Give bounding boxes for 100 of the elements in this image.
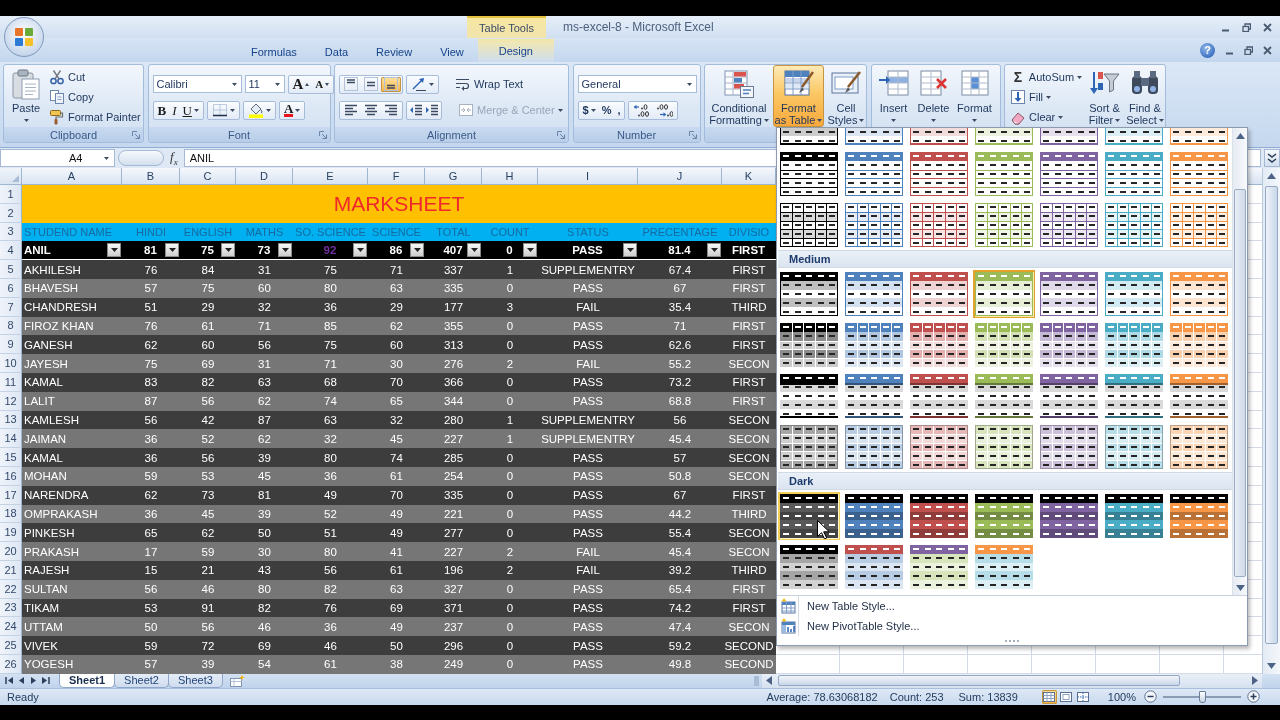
table-style-icon[interactable] xyxy=(910,152,968,196)
column-header[interactable]: E xyxy=(293,168,368,185)
column-header[interactable]: C xyxy=(180,168,236,185)
table-style-icon[interactable] xyxy=(845,152,903,196)
table-style-icon[interactable] xyxy=(975,494,1033,538)
cut-button[interactable]: Cut xyxy=(47,67,143,87)
wrap-text-button[interactable]: Wrap Text xyxy=(453,74,526,94)
close-icon[interactable] xyxy=(1263,22,1272,32)
table-style-icon[interactable] xyxy=(845,203,903,247)
formula-bar-grip[interactable] xyxy=(118,150,164,166)
previous-sheet-icon[interactable] xyxy=(17,676,26,686)
table-style-icon[interactable] xyxy=(845,494,903,538)
bold-button[interactable]: B xyxy=(154,102,170,118)
table-style-icon[interactable] xyxy=(845,374,903,418)
dialog-launcher-icon[interactable] xyxy=(132,130,140,139)
menu-item[interactable]: New Table Style... xyxy=(777,596,1247,616)
down-arrow-icon[interactable] xyxy=(1235,584,1245,591)
decrease-indent-button[interactable] xyxy=(408,102,424,118)
column-header[interactable]: F xyxy=(368,168,425,185)
row-header[interactable]: 4 xyxy=(0,241,22,261)
column-header[interactable]: B xyxy=(122,168,180,185)
ribbon-tab[interactable]: Data xyxy=(310,41,363,62)
filter-button[interactable] xyxy=(467,243,481,258)
table-style-icon[interactable] xyxy=(780,152,838,196)
filter-button[interactable] xyxy=(221,243,235,258)
row-header[interactable]: 25 xyxy=(0,636,22,655)
table-style-icon[interactable] xyxy=(910,374,968,418)
table-style-icon[interactable] xyxy=(1040,272,1098,316)
column-header[interactable]: K xyxy=(722,168,776,185)
name-box[interactable]: A4 xyxy=(0,149,115,167)
table-style-icon[interactable] xyxy=(1170,152,1228,196)
scrollbar-thumb[interactable] xyxy=(1234,189,1246,577)
column-header[interactable]: D xyxy=(236,168,293,185)
table-style-icon[interactable] xyxy=(1040,152,1098,196)
table-style-icon[interactable] xyxy=(1170,272,1228,316)
table-style-icon[interactable] xyxy=(1105,272,1163,316)
close-icon[interactable] xyxy=(1263,45,1272,55)
table-style-icon[interactable] xyxy=(910,545,968,589)
ribbon-tab[interactable]: Review xyxy=(362,41,427,62)
table-style-icon[interactable] xyxy=(1105,425,1163,469)
dialog-launcher-icon[interactable] xyxy=(688,130,697,139)
table-style-icon[interactable] xyxy=(975,203,1033,247)
zoom-slider-thumb[interactable] xyxy=(1198,690,1206,703)
table-style-icon[interactable] xyxy=(910,323,968,367)
insert-function-button[interactable]: f$_{x}$ xyxy=(167,149,181,167)
table-style-icon[interactable] xyxy=(780,374,838,418)
table-style-icon[interactable] xyxy=(1170,203,1228,247)
table-style-icon[interactable] xyxy=(1170,494,1228,538)
table-style-icon[interactable] xyxy=(845,545,903,589)
align-bottom-button[interactable] xyxy=(381,76,401,92)
table-style-icon[interactable] xyxy=(780,545,838,589)
table-style-icon[interactable] xyxy=(780,203,838,247)
table-style-icon[interactable] xyxy=(1105,494,1163,538)
table-style-icon[interactable] xyxy=(1105,323,1163,367)
table-style-icon[interactable] xyxy=(1040,494,1098,538)
filter-button[interactable] xyxy=(623,243,637,258)
fill-button[interactable]: Fill xyxy=(1008,87,1084,107)
column-header[interactable]: I xyxy=(538,168,638,185)
dialog-launcher-icon[interactable] xyxy=(318,130,327,139)
table-style-icon[interactable] xyxy=(973,270,1035,318)
row-header[interactable]: 5 xyxy=(0,260,22,279)
font-name-dropdown[interactable]: Calibri xyxy=(152,75,242,93)
table-style-icon[interactable] xyxy=(780,323,838,367)
table-style-icon[interactable] xyxy=(910,203,968,247)
copy-button[interactable]: Copy xyxy=(47,87,143,107)
row-header[interactable]: 14 xyxy=(0,429,22,449)
ribbon-tab[interactable]: View xyxy=(426,41,478,62)
font-size-dropdown[interactable]: 11 xyxy=(244,75,285,93)
row-header[interactable]: 24 xyxy=(0,617,22,637)
expand-formula-button[interactable] xyxy=(1264,149,1280,167)
page-break-view-button[interactable] xyxy=(1075,689,1091,704)
page-layout-view-button[interactable] xyxy=(1058,689,1074,704)
table-style-icon[interactable] xyxy=(1170,323,1228,367)
table-style-icon[interactable] xyxy=(1105,152,1163,196)
insert-sheet-icon[interactable] xyxy=(228,674,245,687)
zoom-level[interactable]: 100% xyxy=(1107,690,1136,703)
table-style-icon[interactable] xyxy=(975,323,1033,367)
column-header[interactable]: J xyxy=(638,168,722,185)
ribbon-tab[interactable]: Design xyxy=(477,38,554,62)
first-sheet-icon[interactable] xyxy=(5,676,14,686)
table-style-icon[interactable] xyxy=(1040,374,1098,418)
table-style-icon[interactable] xyxy=(1040,323,1098,367)
column-header[interactable]: A xyxy=(22,168,122,185)
comma-style-button[interactable]: , xyxy=(614,102,624,118)
dialog-launcher-icon[interactable] xyxy=(557,130,565,139)
underline-button[interactable]: U xyxy=(179,102,202,118)
format-painter-button[interactable]: Format Painter xyxy=(47,107,143,127)
align-middle-button[interactable] xyxy=(361,76,381,92)
filter-button[interactable] xyxy=(410,243,424,258)
table-style-icon[interactable] xyxy=(910,494,968,538)
up-arrow-icon[interactable] xyxy=(1267,173,1276,179)
filter-button[interactable] xyxy=(107,243,121,258)
table-style-icon[interactable] xyxy=(778,492,840,540)
zoom-in-icon[interactable] xyxy=(1247,690,1260,704)
number-format-dropdown[interactable]: General xyxy=(577,75,697,93)
down-arrow-icon[interactable] xyxy=(1267,662,1276,669)
next-sheet-icon[interactable] xyxy=(29,676,38,686)
restore-icon[interactable] xyxy=(1242,22,1251,32)
table-style-icon[interactable] xyxy=(1040,203,1098,247)
table-style-icon[interactable] xyxy=(975,545,1033,589)
